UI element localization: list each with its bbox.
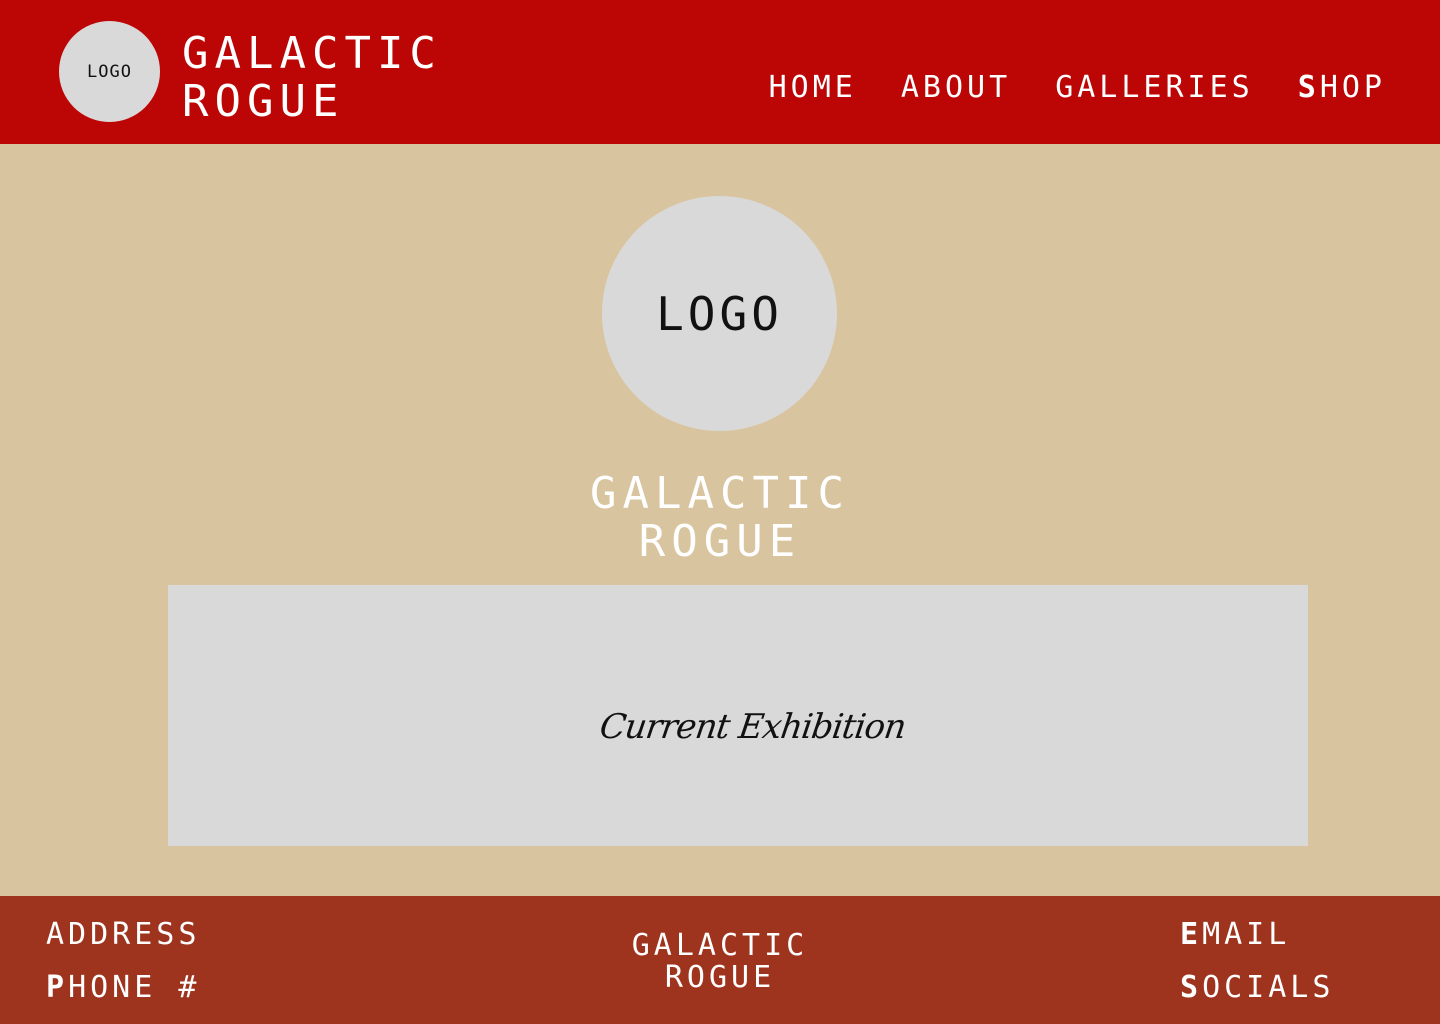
header-logo-text: LOGO bbox=[87, 61, 132, 82]
nav-shop-rest: HOP bbox=[1319, 70, 1386, 105]
footer-phone-initial: P bbox=[46, 970, 69, 1005]
footer-socials-initial: S bbox=[1180, 970, 1203, 1005]
current-exhibition-banner[interactable]: Current Exhibition bbox=[168, 585, 1308, 846]
footer-brand-line1: GALACTIC bbox=[631, 928, 809, 963]
main-brand-line2: ROGUE bbox=[638, 516, 802, 567]
main-logo: LOGO bbox=[602, 196, 837, 431]
main-brand-name: GALACTIC ROGUE bbox=[520, 470, 920, 566]
footer-email-rest: MAIL bbox=[1202, 917, 1291, 952]
main-nav: HOME ABOUT GALLERIES SHOP bbox=[769, 70, 1386, 105]
footer-phone-link[interactable]: PHONE # bbox=[46, 961, 200, 1014]
header-brand-line2: ROGUE bbox=[182, 76, 345, 127]
footer-address-link[interactable]: ADDRESS bbox=[46, 908, 200, 961]
footer-phone-rest: HONE # bbox=[68, 970, 201, 1005]
footer-brand-line2: ROGUE bbox=[664, 960, 776, 995]
nav-home[interactable]: HOME bbox=[769, 70, 857, 105]
header-brand-name[interactable]: GALACTIC ROGUE bbox=[182, 30, 442, 126]
current-exhibition-label: Current Exhibition bbox=[597, 706, 909, 747]
footer-socials-link[interactable]: SOCIALS bbox=[1180, 961, 1334, 1014]
site-footer: ADDRESS PHONE # GALACTIC ROGUE EMAIL SOC… bbox=[0, 896, 1440, 1024]
header-brand-line1: GALACTIC bbox=[182, 28, 442, 79]
main-brand-line1: GALACTIC bbox=[590, 468, 850, 519]
header-logo[interactable]: LOGO bbox=[59, 21, 160, 122]
footer-email-link[interactable]: EMAIL bbox=[1180, 908, 1334, 961]
nav-shop-initial: S bbox=[1297, 70, 1320, 105]
footer-socials-rest: OCIALS bbox=[1202, 970, 1335, 1005]
nav-about[interactable]: ABOUT bbox=[901, 70, 1011, 105]
footer-links: EMAIL SOCIALS bbox=[1180, 908, 1334, 1014]
footer-contact: ADDRESS PHONE # bbox=[46, 908, 200, 1014]
main-logo-text: LOGO bbox=[656, 286, 783, 341]
nav-shop[interactable]: SHOP bbox=[1298, 70, 1386, 105]
site-header: LOGO GALACTIC ROGUE HOME ABOUT GALLERIES… bbox=[0, 0, 1440, 144]
nav-galleries[interactable]: GALLERIES bbox=[1055, 70, 1254, 105]
footer-brand-name: GALACTIC ROGUE bbox=[560, 930, 880, 994]
footer-email-initial: E bbox=[1180, 917, 1203, 952]
